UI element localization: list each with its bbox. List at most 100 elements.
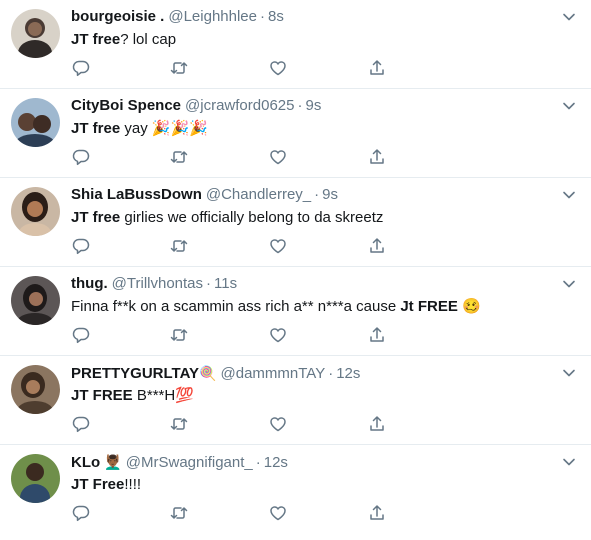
reply-icon[interactable] [71,414,91,434]
reply-icon[interactable] [71,325,91,345]
tweet-text-rest: ? lol cap [120,31,177,48]
tweet-actions [71,58,391,78]
chevron-down-icon[interactable] [561,454,577,470]
chevron-down-icon[interactable] [561,9,577,25]
avatar[interactable] [11,187,60,236]
tweet-actions [71,236,391,256]
chevron-down-icon[interactable] [561,365,577,381]
tweet-text-rest: B***H💯 [132,387,194,404]
timestamp[interactable]: 8s [268,8,284,25]
display-name[interactable]: PRETTYGURLTAY [71,365,199,382]
separator-dot: · [314,186,320,203]
display-name[interactable]: thug. [71,275,108,292]
like-icon[interactable] [268,325,288,345]
avatar[interactable] [11,9,60,58]
user-handle[interactable]: @Trillvhontas [112,275,203,292]
avatar[interactable] [11,454,60,503]
tweet-header: bourgeoisie . @Leighhhlee · 8s [71,7,551,27]
retweet-icon[interactable] [169,414,189,434]
chevron-down-icon[interactable] [561,98,577,114]
avatar[interactable] [11,98,60,147]
tweet-text-rest: Finna f**k on a scammin ass rich a** n**… [71,298,401,315]
like-icon[interactable] [268,236,288,256]
display-name[interactable]: bourgeoisie . [71,8,164,25]
separator-dot: · [328,365,334,382]
tweet-text-bold: JT FREE [71,387,133,404]
tweet-header: thug. @Trillvhontas · 11s [71,274,551,294]
tweet[interactable]: Shia LaBussDown @Chandlerrey_ · 9s JT free … [0,178,591,267]
separator-dot: · [260,8,265,25]
separator-dot: · [297,97,303,114]
user-handle[interactable]: @dammmnTAY [221,365,326,382]
timestamp[interactable]: 12s [336,365,360,382]
name-emoji: 💆🏾‍♂️ [104,454,122,470]
tweet-text-emoji: 🥴 [457,298,481,315]
tweet-text-rest: yay 🎉🎉🎉 [120,120,208,137]
separator-dot: · [255,454,261,471]
tweet-feed: bourgeoisie . @Leighhhlee · 8s JT free? lol… [0,0,591,537]
display-name[interactable]: Shia LaBussDown [71,186,202,203]
reply-icon[interactable] [71,58,91,78]
user-handle[interactable]: @jcrawford0625 [185,97,294,114]
share-icon[interactable] [367,503,387,523]
share-icon[interactable] [367,414,387,434]
tweet-text: JT free yay 🎉🎉🎉 [71,119,571,139]
tweet-text: JT FREE B***H💯 [71,386,571,406]
chevron-down-icon[interactable] [561,187,577,203]
tweet-actions [71,147,391,167]
display-name[interactable]: KLo [71,454,100,471]
name-emoji: 🍭 [199,365,217,381]
tweet[interactable]: PRETTYGURLTAY🍭 @dammmnTAY · 12s JT FREE B**… [0,356,591,445]
tweet-actions [71,325,391,345]
tweet-text-bold: JT free [71,120,121,137]
tweet-text-bold: JT free [71,31,121,48]
retweet-icon[interactable] [169,503,189,523]
tweet-text: JT Free!!!! [71,475,571,495]
tweet-header: KLo 💆🏾‍♂️ @MrSwagnifigant_ · 12s [71,452,551,473]
user-handle[interactable]: @Leighhhlee [168,8,257,25]
tweet-text: JT free girlies we officially belong to … [71,208,571,228]
share-icon[interactable] [367,236,387,256]
retweet-icon[interactable] [169,236,189,256]
retweet-icon[interactable] [169,147,189,167]
tweet-text-bold: JT Free [71,476,125,493]
share-icon[interactable] [367,147,387,167]
display-name[interactable]: CityBoi Spence [71,97,181,114]
user-handle[interactable]: @MrSwagnifigant_ [126,454,253,471]
like-icon[interactable] [268,58,288,78]
tweet-header: CityBoi Spence @jcrawford0625 · 9s [71,96,551,116]
tweet[interactable]: thug. @Trillvhontas · 11s Finna f**k on a s… [0,267,591,356]
tweet[interactable]: CityBoi Spence @jcrawford0625 · 9s JT free … [0,89,591,178]
timestamp[interactable]: 9s [322,186,338,203]
avatar[interactable] [11,365,60,414]
tweet-text-bold: JT free [71,209,121,226]
share-icon[interactable] [367,325,387,345]
tweet[interactable]: KLo 💆🏾‍♂️ @MrSwagnifigant_ · 12s JT Free!!!… [0,445,591,537]
reply-icon[interactable] [71,503,91,523]
like-icon[interactable] [268,147,288,167]
tweet[interactable]: bourgeoisie . @Leighhhlee · 8s JT free? lol… [0,0,591,89]
like-icon[interactable] [268,414,288,434]
like-icon[interactable] [268,503,288,523]
timestamp[interactable]: 12s [264,454,288,471]
avatar[interactable] [11,276,60,325]
tweet-text-rest: girlies we officially belong to da skree… [120,209,384,226]
retweet-icon[interactable] [169,58,189,78]
tweet-text: JT free? lol cap [71,30,571,50]
separator-dot: · [206,275,212,292]
share-icon[interactable] [367,58,387,78]
tweet-actions [71,503,391,523]
timestamp[interactable]: 9s [305,97,321,114]
timestamp[interactable]: 11s [214,275,237,292]
tweet-text-bold: Jt FREE [400,298,458,315]
retweet-icon[interactable] [169,325,189,345]
tweet-header: PRETTYGURLTAY🍭 @dammmnTAY · 12s [71,363,551,384]
tweet-header: Shia LaBussDown @Chandlerrey_ · 9s [71,185,551,205]
reply-icon[interactable] [71,147,91,167]
tweet-text-rest: !!!! [124,476,142,493]
tweet-text: Finna f**k on a scammin ass rich a** n**… [71,297,571,317]
reply-icon[interactable] [71,236,91,256]
chevron-down-icon[interactable] [561,276,577,292]
user-handle[interactable]: @Chandlerrey_ [206,186,311,203]
tweet-actions [71,414,391,434]
